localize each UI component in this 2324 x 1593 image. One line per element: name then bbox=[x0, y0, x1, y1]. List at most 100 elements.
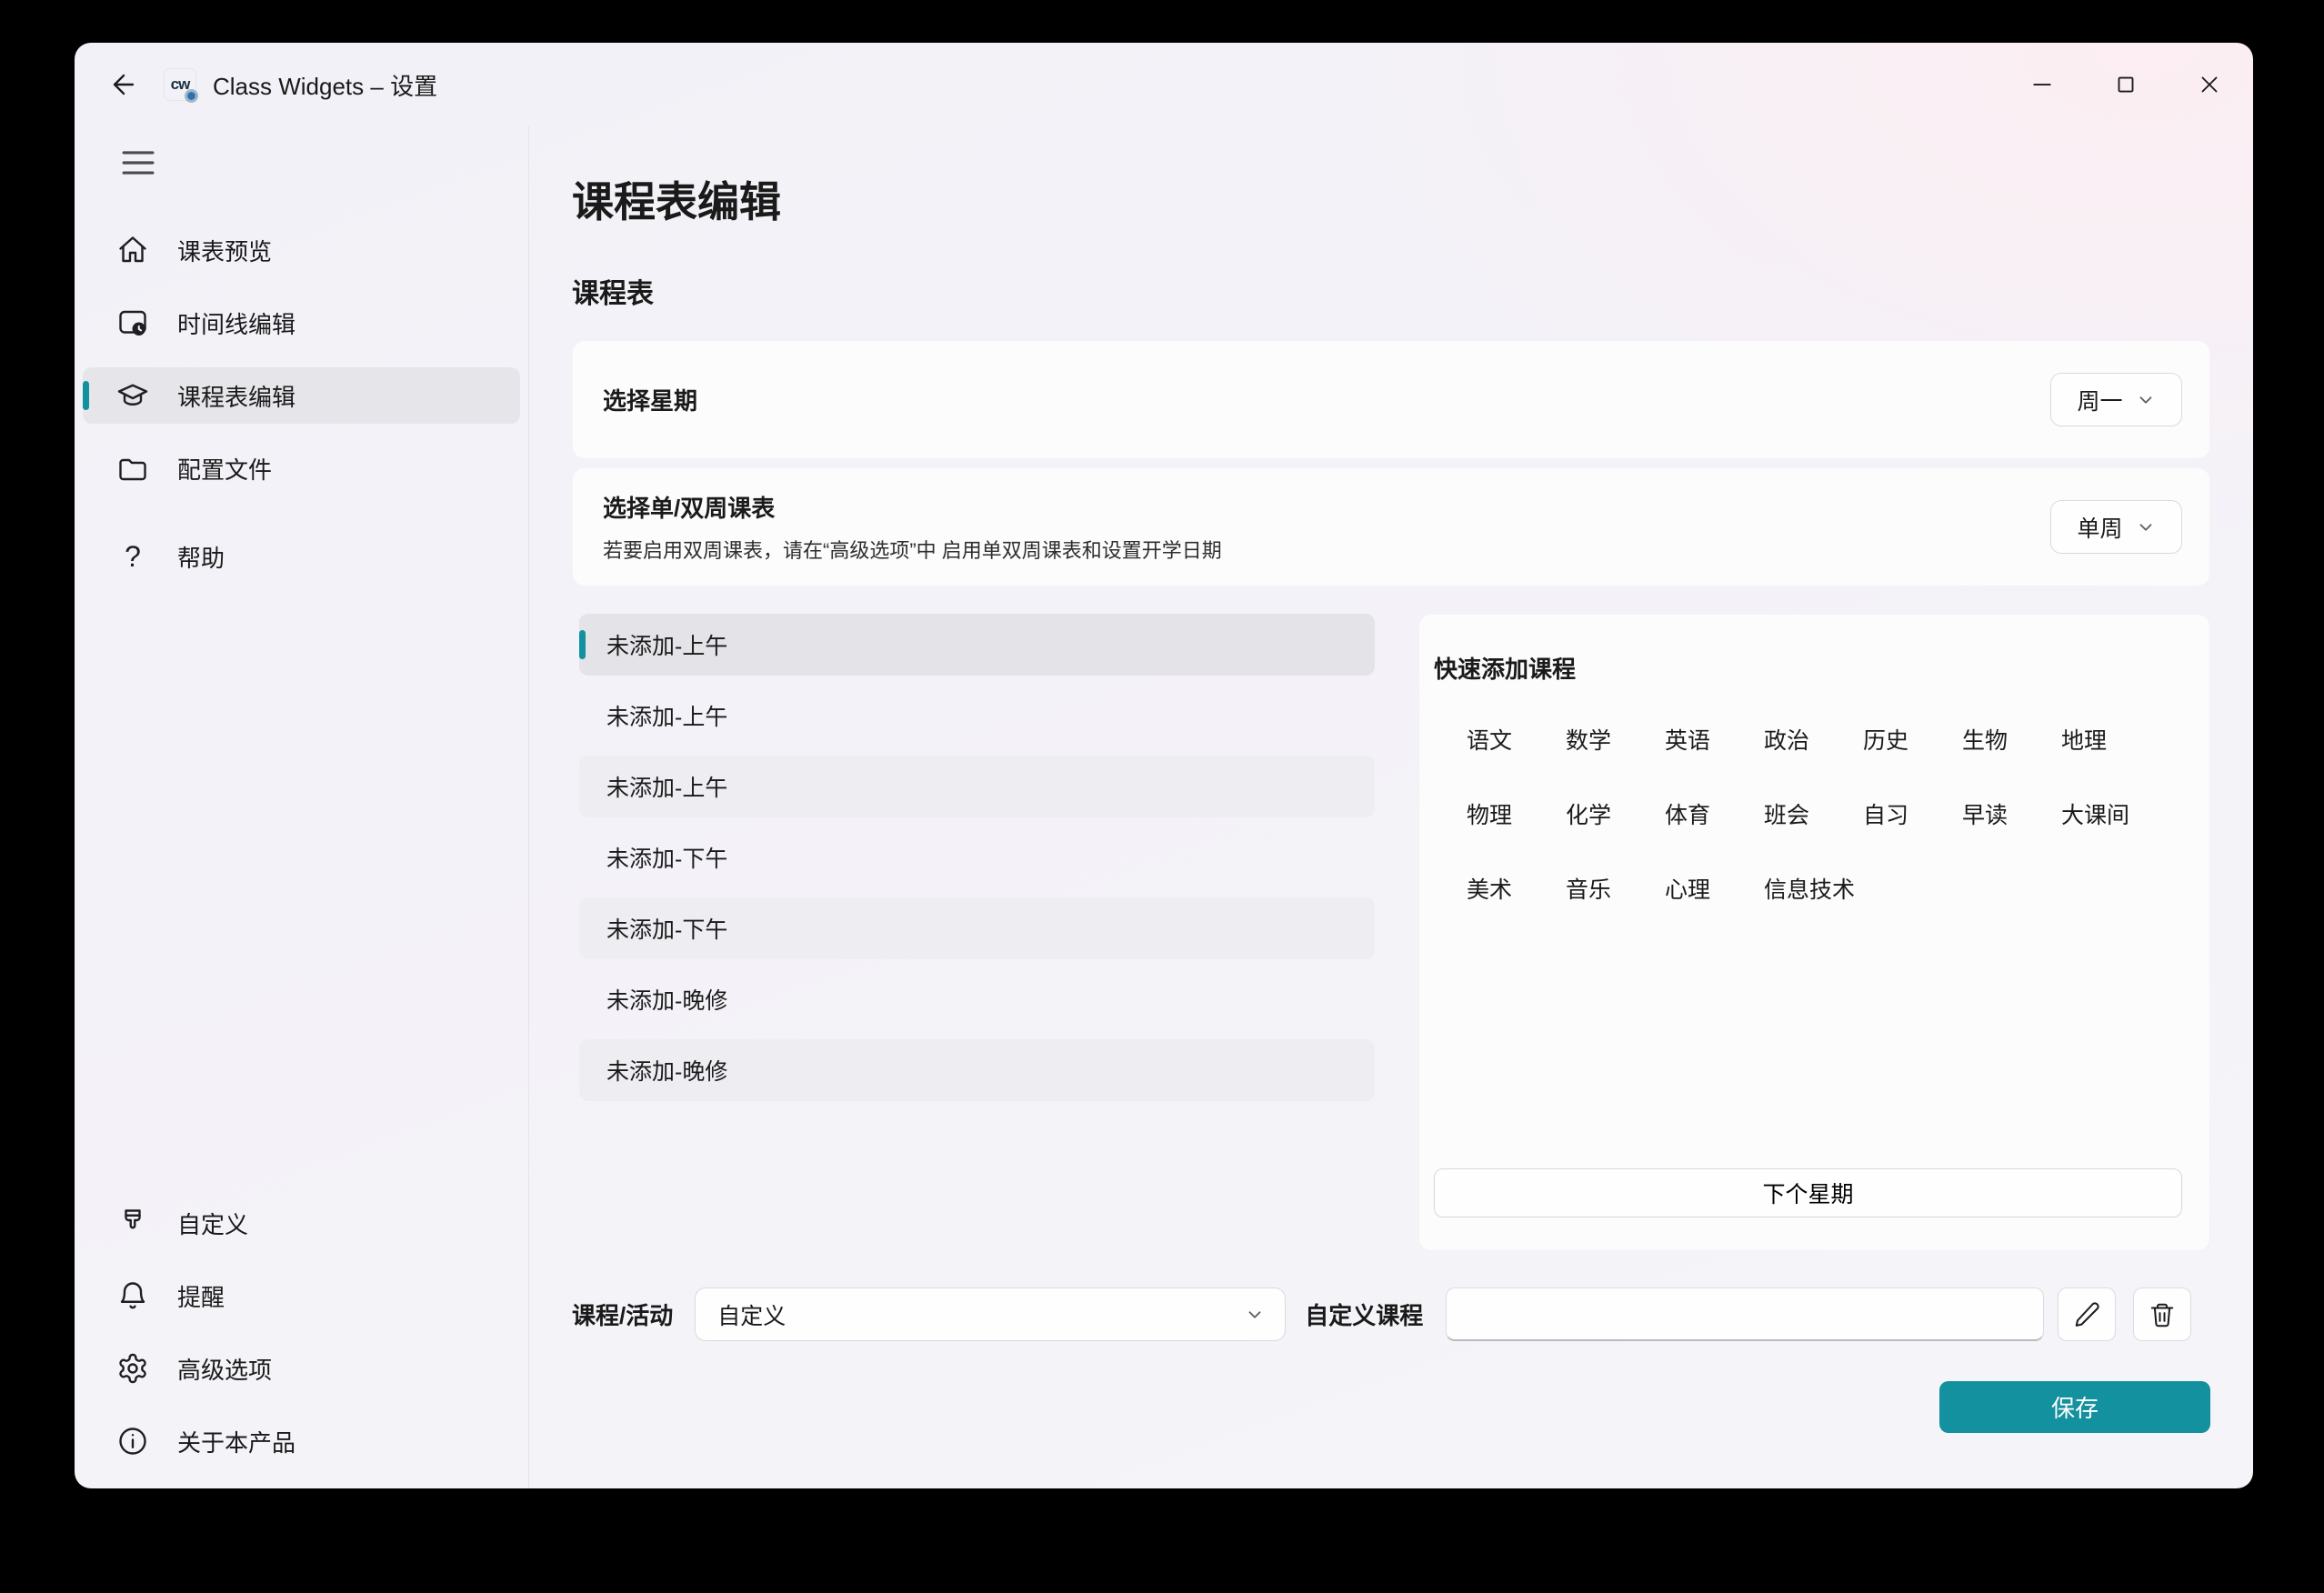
sidebar-item-help[interactable]: ? 帮助 bbox=[83, 528, 520, 585]
edit-course-button[interactable] bbox=[2058, 1287, 2116, 1341]
sidebar-item-advanced-options[interactable]: 高级选项 bbox=[83, 1340, 520, 1397]
week-type-dropdown-value: 单周 bbox=[2077, 511, 2122, 544]
slot-item[interactable]: 未添加-下午 bbox=[579, 897, 1375, 959]
subject-chip[interactable]: 政治 bbox=[1764, 723, 1863, 756]
sidebar-item-label: 提醒 bbox=[177, 1279, 225, 1313]
slot-item[interactable]: 未添加-下午 bbox=[579, 827, 1375, 888]
logo-gear-dot bbox=[185, 89, 198, 103]
save-button[interactable]: 保存 bbox=[1939, 1381, 2210, 1433]
back-arrow-icon bbox=[108, 69, 139, 100]
subject-chip[interactable]: 自习 bbox=[1863, 797, 1962, 830]
pencil-icon bbox=[2073, 1301, 2100, 1328]
chevron-down-icon bbox=[2136, 517, 2156, 537]
sidebar-item-schedule-edit[interactable]: 课程表编辑 bbox=[83, 367, 520, 424]
subject-chip[interactable]: 早读 bbox=[1962, 797, 2061, 830]
course-activity-label: 课程/活动 bbox=[572, 1297, 673, 1331]
subject-chip[interactable]: 物理 bbox=[1467, 797, 1566, 830]
subject-chip[interactable]: 信息技术 bbox=[1764, 872, 1863, 905]
sidebar-item-label: 帮助 bbox=[177, 540, 225, 574]
slot-item[interactable]: 未添加-晚修 bbox=[579, 968, 1375, 1030]
course-type-dropdown[interactable]: 自定义 bbox=[695, 1287, 1286, 1341]
slot-item-label: 未添加-上午 bbox=[606, 628, 727, 661]
subject-chip[interactable]: 生物 bbox=[1962, 723, 2061, 756]
minimize-button[interactable] bbox=[2011, 57, 2073, 112]
subject-chip[interactable]: 音乐 bbox=[1566, 872, 1665, 905]
quick-add-title: 快速添加课程 bbox=[1434, 651, 2182, 685]
slot-item-label: 未添加-下午 bbox=[606, 841, 727, 874]
slot-item[interactable]: 未添加-上午 bbox=[579, 614, 1375, 676]
window-title: Class Widgets – 设置 bbox=[213, 68, 437, 102]
subject-chip[interactable]: 语文 bbox=[1467, 723, 1566, 756]
sidebar: 课表预览 时间线编辑 课程表编辑 配置文件 bbox=[75, 126, 529, 1488]
subject-chip[interactable]: 地理 bbox=[2061, 723, 2160, 756]
week-type-subtitle: 若要启用双周课表，请在“高级选项”中 启用单双周课表和设置开学日期 bbox=[603, 535, 1222, 564]
main-content: 课程表编辑 课程表 选择星期 周一 选择单/双周课表 若要启用双周课表，请在“高… bbox=[529, 126, 2253, 1488]
sidebar-item-about[interactable]: 关于本产品 bbox=[83, 1413, 520, 1469]
home-icon bbox=[115, 233, 150, 267]
subject-chip[interactable]: 化学 bbox=[1566, 797, 1665, 830]
close-icon bbox=[2196, 71, 2223, 98]
sidebar-item-reminders[interactable]: 提醒 bbox=[83, 1267, 520, 1324]
slot-item[interactable]: 未添加-上午 bbox=[579, 685, 1375, 746]
selected-accent-bar bbox=[83, 381, 89, 410]
chevron-down-icon bbox=[1245, 1305, 1265, 1325]
course-type-dropdown-value: 自定义 bbox=[717, 1298, 786, 1331]
sidebar-item-schedule-preview[interactable]: 课表预览 bbox=[83, 222, 520, 278]
sidebar-item-customize[interactable]: 自定义 bbox=[83, 1195, 520, 1251]
slot-item-label: 未添加-下午 bbox=[606, 912, 727, 945]
sidebar-item-timeline-edit[interactable]: 时间线编辑 bbox=[83, 295, 520, 351]
slot-item[interactable]: 未添加-上午 bbox=[579, 756, 1375, 817]
sidebar-item-profiles[interactable]: 配置文件 bbox=[83, 440, 520, 496]
slot-item-label: 未添加-上午 bbox=[606, 699, 727, 732]
folder-icon bbox=[115, 451, 150, 486]
sidebar-spacer bbox=[83, 593, 520, 1187]
maximize-icon bbox=[2112, 71, 2139, 98]
select-week-type-card: 选择单/双周课表 若要启用双周课表，请在“高级选项”中 启用单双周课表和设置开学… bbox=[572, 467, 2210, 586]
timeline-icon bbox=[115, 306, 150, 340]
bell-icon bbox=[115, 1278, 150, 1313]
select-weekday-card: 选择星期 周一 bbox=[572, 340, 2210, 459]
slot-item[interactable]: 未添加-晚修 bbox=[579, 1039, 1375, 1101]
subject-chip[interactable]: 数学 bbox=[1566, 723, 1665, 756]
select-weekday-label: 选择星期 bbox=[603, 383, 697, 416]
subject-chip[interactable]: 英语 bbox=[1665, 723, 1764, 756]
app-logo-icon: cw bbox=[164, 68, 196, 101]
subject-chip[interactable]: 体育 bbox=[1665, 797, 1764, 830]
menu-toggle-button[interactable] bbox=[115, 148, 161, 177]
subject-chip[interactable]: 美术 bbox=[1467, 872, 1566, 905]
subject-grid: 语文 数学 英语 政治 历史 生物 地理 物理 化学 体育 班会 自习 早读 大… bbox=[1467, 723, 2182, 905]
title-bar: cw Class Widgets – 设置 bbox=[75, 43, 2253, 126]
close-button[interactable] bbox=[2179, 57, 2240, 112]
app-window: cw Class Widgets – 设置 课表预览 bbox=[75, 43, 2253, 1488]
graduation-cap-icon bbox=[115, 378, 150, 413]
week-type-dropdown[interactable]: 单周 bbox=[2050, 500, 2182, 554]
gear-icon bbox=[115, 1351, 150, 1386]
selected-accent-bar bbox=[579, 630, 586, 659]
weekday-dropdown[interactable]: 周一 bbox=[2050, 373, 2182, 426]
delete-course-button[interactable] bbox=[2133, 1287, 2191, 1341]
sidebar-item-label: 高级选项 bbox=[177, 1352, 272, 1386]
sidebar-item-label: 课表预览 bbox=[177, 234, 272, 267]
hamburger-icon bbox=[121, 149, 155, 176]
slot-item-label: 未添加-上午 bbox=[606, 770, 727, 803]
subject-chip[interactable]: 大课间 bbox=[2061, 797, 2160, 830]
page-title: 课程表编辑 bbox=[572, 177, 2210, 227]
back-button[interactable] bbox=[98, 59, 149, 110]
sidebar-item-label: 课程表编辑 bbox=[177, 379, 296, 413]
brush-icon bbox=[115, 1206, 150, 1240]
weekday-dropdown-value: 周一 bbox=[2077, 384, 2122, 416]
sidebar-item-label: 配置文件 bbox=[177, 452, 272, 486]
slot-list: 未添加-上午 未添加-上午 未添加-上午 未添加-下午 未添加-下午 bbox=[579, 614, 1375, 1251]
maximize-button[interactable] bbox=[2095, 57, 2157, 112]
quick-add-panel: 快速添加课程 语文 数学 英语 政治 历史 生物 地理 物理 化学 体育 班会 … bbox=[1418, 614, 2210, 1251]
week-type-title: 选择单/双周课表 bbox=[603, 490, 1222, 524]
subject-chip[interactable]: 心理 bbox=[1665, 872, 1764, 905]
custom-course-input[interactable] bbox=[1446, 1287, 2044, 1341]
question-icon: ? bbox=[115, 539, 150, 574]
minimize-icon bbox=[2028, 71, 2056, 98]
subject-chip[interactable]: 班会 bbox=[1764, 797, 1863, 830]
course-editor-row: 课程/活动 自定义 自定义课程 bbox=[572, 1287, 2210, 1341]
sidebar-item-label: 关于本产品 bbox=[177, 1425, 296, 1458]
subject-chip[interactable]: 历史 bbox=[1863, 723, 1962, 756]
next-week-button[interactable]: 下个星期 bbox=[1434, 1168, 2182, 1217]
